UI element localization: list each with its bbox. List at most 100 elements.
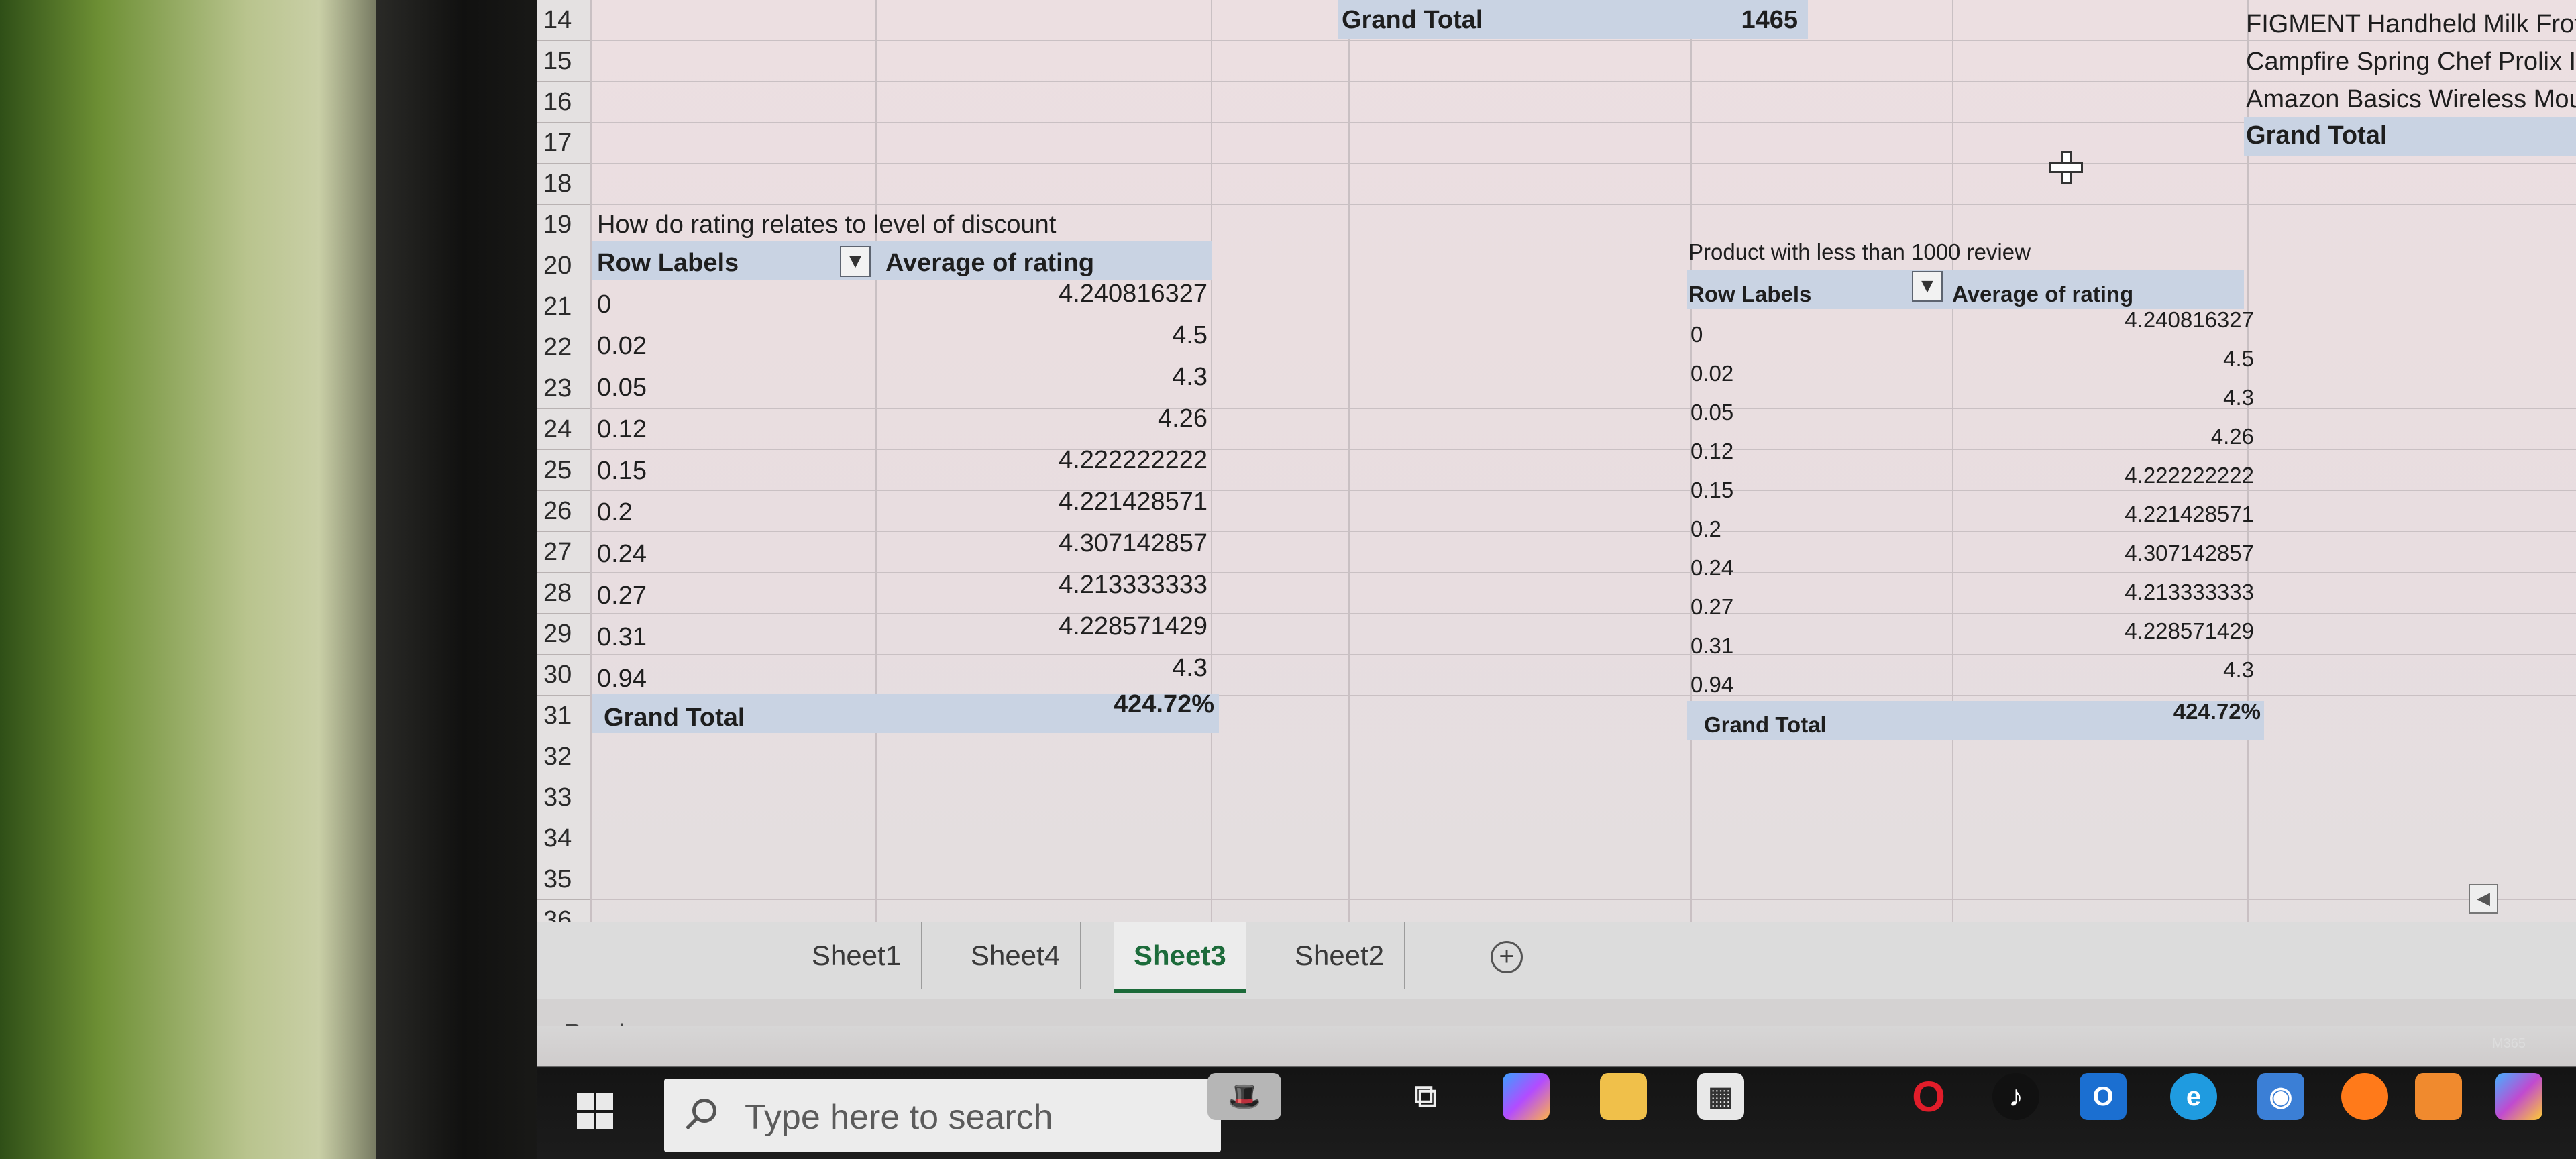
- pivot-right-row-value[interactable]: 4.307142857: [2012, 533, 2254, 573]
- row-header[interactable]: 27: [537, 532, 590, 573]
- app-icon[interactable]: ◉: [2257, 1073, 2304, 1120]
- right-list-item[interactable]: Campfire Spring Chef Prolix In: [2246, 42, 2576, 82]
- row-header[interactable]: 20: [537, 245, 590, 286]
- right-list-item[interactable]: FIGMENT Handheld Milk Froth: [2246, 4, 2576, 45]
- windows-start-icon[interactable]: [577, 1093, 613, 1129]
- row-header[interactable]: 16: [537, 82, 590, 123]
- tab-sheet1[interactable]: Sheet1: [792, 922, 923, 989]
- top-pivot-grand-total-label[interactable]: Grand Total: [1342, 0, 1483, 41]
- row-header[interactable]: 26: [537, 491, 590, 532]
- tiktok-icon[interactable]: ♪: [1992, 1073, 2039, 1120]
- row-header[interactable]: 31: [537, 696, 590, 736]
- pivot-left-row-label[interactable]: 0.05: [597, 368, 647, 408]
- pivot-right-row-value[interactable]: 4.5: [2012, 338, 2254, 379]
- pivot-right-row-label[interactable]: 0.24: [1690, 547, 1733, 588]
- pivot-left-row-value[interactable]: 4.240816327: [953, 274, 1208, 315]
- pivot-right-row-label[interactable]: 0.05: [1690, 392, 1733, 433]
- pivot-right-row-label[interactable]: 0.27: [1690, 586, 1733, 627]
- filter-icon[interactable]: ▼: [840, 246, 871, 277]
- edge-icon[interactable]: e: [2170, 1073, 2217, 1120]
- top-pivot-grand-total-value[interactable]: 1465: [1637, 0, 1798, 41]
- pivot-left-row-labels-header[interactable]: Row Labels: [597, 243, 739, 284]
- pivot-left-row-value[interactable]: 4.5: [953, 315, 1208, 356]
- pivot-right-row-labels-header[interactable]: Row Labels: [1688, 274, 1811, 315]
- row-header[interactable]: 22: [537, 327, 590, 368]
- row-header[interactable]: 14: [537, 0, 590, 41]
- pivot-right-row-label[interactable]: 0.94: [1690, 664, 1733, 705]
- file-explorer-icon[interactable]: [1600, 1073, 1647, 1120]
- microsoft-store-icon[interactable]: ▦: [1697, 1073, 1744, 1120]
- scroll-left-arrow-icon[interactable]: ◀: [2469, 884, 2498, 914]
- tab-sheet2[interactable]: Sheet2: [1275, 922, 1406, 989]
- pivot-left-row-value[interactable]: 4.221428571: [953, 482, 1208, 522]
- tab-sheet4[interactable]: Sheet4: [951, 922, 1082, 989]
- pivot-left-row-value[interactable]: 4.26: [953, 398, 1208, 439]
- pivot-right-row-value[interactable]: 4.26: [2012, 416, 2254, 457]
- outlook-icon[interactable]: O: [2080, 1073, 2127, 1120]
- row-header[interactable]: 25: [537, 450, 590, 491]
- row-header[interactable]: 28: [537, 573, 590, 614]
- pivot-right-row-value[interactable]: 4.221428571: [2012, 494, 2254, 535]
- row-header[interactable]: 15: [537, 41, 590, 82]
- pivot-right-row-value[interactable]: 4.3: [2012, 377, 2254, 418]
- pivot-right-row-label[interactable]: 0.02: [1690, 353, 1733, 394]
- pivot-left-row-label[interactable]: 0.12: [597, 409, 647, 450]
- add-sheet-icon[interactable]: +: [1491, 941, 1523, 973]
- pivot-right-grand-total-label[interactable]: Grand Total: [1704, 704, 1827, 745]
- pivot-left-title[interactable]: How do rating relates to level of discou…: [597, 205, 1056, 245]
- pivot-right-row-label[interactable]: 0.12: [1690, 431, 1733, 472]
- pivot-right-row-label[interactable]: 0.2: [1690, 508, 1721, 549]
- row-header[interactable]: 18: [537, 164, 590, 205]
- photo-app-icon[interactable]: [2415, 1073, 2462, 1120]
- pivot-left-row-label[interactable]: 0.27: [597, 575, 647, 616]
- row-header[interactable]: 24: [537, 409, 590, 450]
- pivot-right-row-label[interactable]: 0.15: [1690, 470, 1733, 510]
- pivot-left-row-label[interactable]: 0.94: [597, 659, 647, 700]
- row-header[interactable]: 17: [537, 123, 590, 164]
- right-list-item[interactable]: Amazon Basics Wireless Mou: [2246, 79, 2576, 120]
- pivot-left-row-value[interactable]: 4.228571429: [953, 606, 1208, 647]
- pivot-right-row-value[interactable]: 4.228571429: [2012, 610, 2254, 651]
- pivot-left-row-value[interactable]: 4.3: [953, 357, 1208, 398]
- pivot-left-row-label[interactable]: 0.15: [597, 451, 647, 492]
- row-header[interactable]: 23: [537, 368, 590, 409]
- filter-icon[interactable]: ▼: [1912, 271, 1943, 302]
- pivot-right-row-label[interactable]: 0: [1690, 314, 1703, 355]
- pivot-left-row-label[interactable]: 0: [597, 284, 611, 325]
- spreadsheet-grid[interactable]: 14 15 16 17 18 19 20 21 22 23 24 25 26 27 28 29 30 31 32 33…: [537, 0, 2576, 941]
- pivot-left-row-label[interactable]: 0.02: [597, 326, 647, 367]
- pivot-right-row-value[interactable]: 4.213333333: [2012, 571, 2254, 612]
- row-header[interactable]: 21: [537, 286, 590, 327]
- row-header[interactable]: 30: [537, 655, 590, 696]
- pivot-left-grand-total-value[interactable]: 424.72%: [1006, 684, 1214, 725]
- row-header[interactable]: 35: [537, 859, 590, 900]
- pivot-right-title[interactable]: Product with less than 1000 review: [1688, 231, 2031, 272]
- pivot-right-row-value[interactable]: 4.3: [2012, 649, 2254, 690]
- row-header[interactable]: 29: [537, 614, 590, 655]
- pivot-right-row-value[interactable]: 4.240816327: [2012, 299, 2254, 340]
- pivot-left-row-value[interactable]: 4.307142857: [953, 523, 1208, 564]
- fireworks-hat-icon[interactable]: 🎩: [1208, 1073, 1281, 1120]
- pivot-left-row-value[interactable]: 4.213333333: [953, 565, 1208, 606]
- row-header[interactable]: 19: [537, 205, 590, 245]
- pivot-left-row-label[interactable]: 0.24: [597, 534, 647, 575]
- task-view-icon[interactable]: ⧉: [1402, 1073, 1449, 1120]
- row-header[interactable]: 33: [537, 777, 590, 818]
- row-header[interactable]: 34: [537, 818, 590, 859]
- m365-icon[interactable]: [2496, 1073, 2542, 1120]
- right-list-grand-total[interactable]: Grand Total: [2246, 115, 2387, 156]
- row-header[interactable]: 32: [537, 736, 590, 777]
- opera-icon[interactable]: O: [1905, 1073, 1952, 1120]
- pivot-right-row-value[interactable]: 4.222222222: [2012, 455, 2254, 496]
- tab-sheet3[interactable]: Sheet3: [1114, 922, 1246, 993]
- pivot-right-grand-total-value[interactable]: 424.72%: [2080, 691, 2261, 732]
- pivot-right-row-label[interactable]: 0.31: [1690, 625, 1733, 666]
- pivot-left-row-label[interactable]: 0.31: [597, 617, 647, 658]
- pivot-left-row-value[interactable]: 4.3: [953, 648, 1208, 689]
- pivot-left-grand-total-label[interactable]: Grand Total: [604, 698, 745, 738]
- copilot-icon[interactable]: [1503, 1073, 1550, 1120]
- taskbar-search-box[interactable]: Type here to search: [664, 1079, 1221, 1152]
- pivot-left-row-label[interactable]: 0.2: [597, 492, 633, 533]
- firefox-icon[interactable]: [2341, 1073, 2388, 1120]
- pivot-left-row-value[interactable]: 4.222222222: [953, 440, 1208, 481]
